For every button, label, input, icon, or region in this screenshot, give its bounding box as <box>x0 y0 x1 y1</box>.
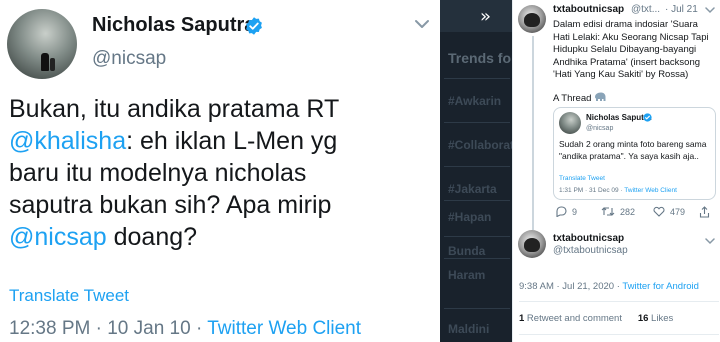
divider <box>444 308 510 309</box>
retweet-icon <box>601 207 615 216</box>
tweet-text: Dalam edisi drama indosiar 'Suara Hati L… <box>553 19 709 80</box>
translate-tweet-link[interactable]: Translate Tweet <box>559 175 605 182</box>
divider <box>519 334 719 335</box>
mention-link[interactable]: @nicsap <box>9 223 107 251</box>
like-button[interactable]: 479 <box>653 206 685 217</box>
trend-item[interactable]: Bunda <box>448 244 485 258</box>
trend-item[interactable]: #Jakarta <box>448 182 497 196</box>
trend-item[interactable]: Haram <box>448 268 485 282</box>
fold-arrow-icon[interactable]: » <box>480 6 491 27</box>
verified-badge-icon <box>643 113 652 122</box>
quoted-tweet-card[interactable]: Nicholas Saputra @nicsap Sudah 2 orang m… <box>553 107 716 200</box>
tweet-text: Bukan, itu andika pratama RT @khalisha: … <box>9 95 340 251</box>
reply-icon <box>556 206 567 217</box>
divider <box>444 258 510 259</box>
likes-stat[interactable]: 16 Likes <box>638 313 673 324</box>
dark-sidebar-strip: » Trends for #Awkarin #Collaborat #Jakar… <box>440 0 512 342</box>
divider <box>444 166 510 167</box>
author-name[interactable]: txtaboutnicsap <box>553 4 624 15</box>
strip-header <box>440 0 512 32</box>
mention-link[interactable]: @khalisha <box>9 127 126 155</box>
avatar[interactable] <box>518 230 546 258</box>
main-tweet: Nicholas Saputra @nicsap Bukan, itu andi… <box>0 0 440 342</box>
author-handle[interactable]: @txtaboutnicsap <box>553 245 628 256</box>
tweet-source-link[interactable]: Twitter Web Client <box>207 318 361 339</box>
author-name[interactable]: txtaboutnicsap <box>553 233 624 244</box>
author-handle[interactable]: @txt... <box>631 4 660 15</box>
trend-item[interactable]: Maldini <box>448 322 489 336</box>
divider <box>444 200 510 201</box>
quoted-author-name: Nicholas Saputra <box>586 113 652 122</box>
quoted-tweet-text: Sudah 2 orang minta foto bareng sama "an… <box>559 139 707 161</box>
chevron-down-icon[interactable] <box>705 6 715 14</box>
thread-connector <box>532 36 534 230</box>
tweet-timestamp: 9:38 AM · Jul 21, 2020 · Twitter for And… <box>519 281 699 292</box>
tweet-date[interactable]: · Jul 21 <box>665 4 698 15</box>
divider <box>444 78 510 79</box>
trend-item[interactable]: #Hapan <box>448 210 491 224</box>
translate-tweet-link[interactable]: Translate Tweet <box>9 286 129 306</box>
divider <box>444 236 510 237</box>
thread-panel: txtaboutnicsap @txt... · Jul 21 Dalam ed… <box>512 0 720 342</box>
author-handle[interactable]: @nicsap <box>92 48 166 70</box>
avatar[interactable] <box>518 5 546 33</box>
elephant-emoji-icon <box>595 92 606 101</box>
trend-item[interactable]: #Awkarin <box>448 94 501 108</box>
chevron-down-icon[interactable] <box>705 237 715 245</box>
chevron-down-icon[interactable] <box>414 18 430 30</box>
trend-item[interactable]: #Collaborat <box>448 138 512 152</box>
trends-heading: Trends for <box>448 50 512 66</box>
divider <box>519 301 719 302</box>
avatar[interactable] <box>7 9 77 79</box>
tweet-stats: 1 Retweet and comment 16 Likes <box>519 313 673 324</box>
retweets-stat[interactable]: 1 Retweet and comment <box>519 313 622 324</box>
reply-button[interactable]: 9 <box>555 206 577 217</box>
tweet-timestamp: 12:38 PM · 10 Jan 10 · Twitter Web Clien… <box>9 318 362 339</box>
tweet-source-link[interactable]: Twitter for Android <box>622 281 699 292</box>
share-icon[interactable] <box>699 206 710 218</box>
like-icon <box>653 206 665 217</box>
avatar <box>559 112 581 134</box>
author-name[interactable]: Nicholas Saputra <box>92 14 255 37</box>
quoted-tweet-timestamp: 1:31 PM · 31 Dec 09 · Twitter Web Client <box>559 187 677 194</box>
a-thread-label: A Thread <box>553 92 606 104</box>
verified-badge-icon <box>246 17 262 35</box>
quoted-author-handle: @nicsap <box>586 125 614 132</box>
retweet-button[interactable]: 282 <box>601 206 635 217</box>
divider <box>444 122 510 123</box>
